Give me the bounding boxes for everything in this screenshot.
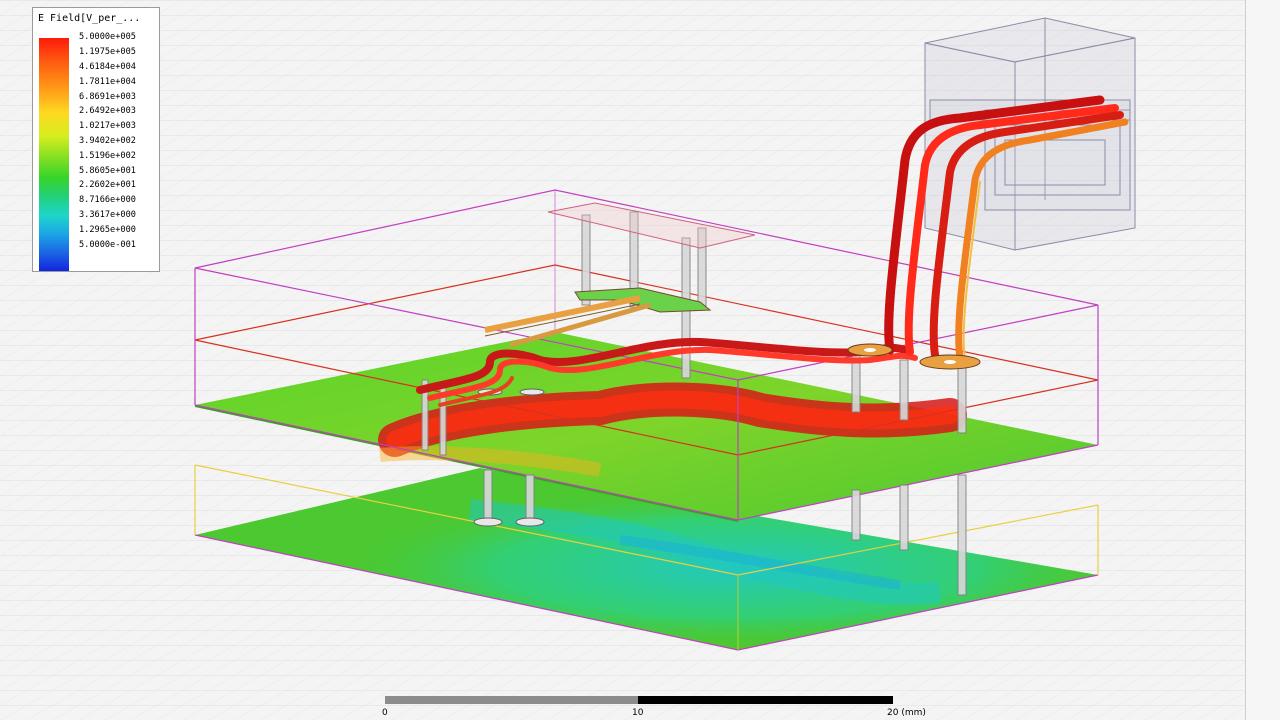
legend-label: 8.7166e+000 <box>79 195 136 205</box>
legend-label: 1.1975e+005 <box>79 47 136 57</box>
scale-tick-label: 10 <box>632 708 644 718</box>
legend-label: 1.5196e+002 <box>79 150 136 161</box>
legend-label: 2.2602e+001 <box>79 180 136 190</box>
legend-label: 1.7811e+004 <box>79 76 136 87</box>
legend-label: 3.3617e+000 <box>79 210 136 220</box>
legend-label: 5.0000e-001 <box>79 239 136 250</box>
legend-label: 4.6184e+004 <box>79 62 136 72</box>
scale-segment-black <box>638 696 893 704</box>
legend-label: 3.9402e+002 <box>79 136 136 146</box>
legend-title: E Field[V_per_... <box>38 13 141 24</box>
legend-label: 1.0217e+003 <box>79 121 136 131</box>
legend-label: 6.8691e+003 <box>79 91 136 102</box>
legend-label: 1.2965e+000 <box>79 224 136 235</box>
window-right-edge <box>1245 0 1280 720</box>
scale-tick-label: 20 (mm) <box>887 708 926 718</box>
3d-viewport[interactable] <box>0 0 1280 720</box>
field-legend[interactable]: E Field[V_per_... 5.0000e+005 1.1975e+00… <box>32 7 160 272</box>
legend-color-bar <box>39 38 69 271</box>
scale-segment-grey <box>385 696 638 704</box>
legend-label: 5.0000e+005 <box>79 32 136 42</box>
legend-label: 2.6492e+003 <box>79 106 136 116</box>
scale-tick-label: 0 <box>382 708 388 718</box>
legend-label: 5.8605e+001 <box>79 165 136 176</box>
